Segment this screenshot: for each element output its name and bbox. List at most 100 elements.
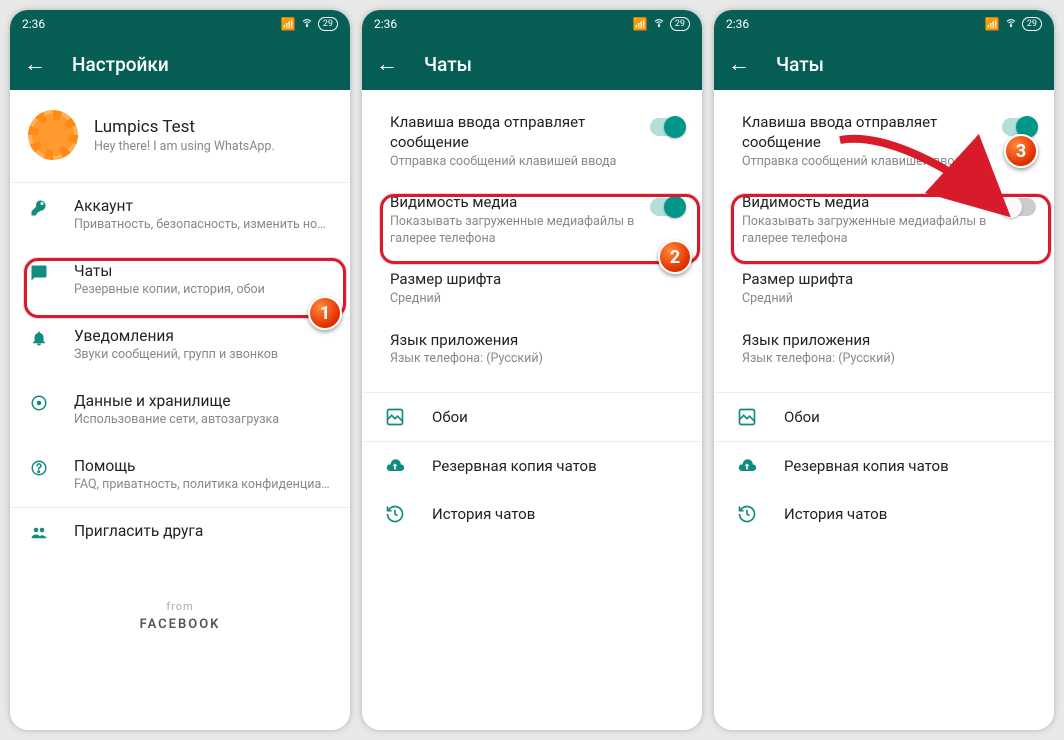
chat-setting-sub: Язык телефона: (Русский): [742, 351, 1036, 368]
settings-item-title: Пригласить друга: [74, 522, 332, 540]
chats-settings-content: Клавиша ввода отправляет сообщение Отпра…: [714, 90, 1054, 730]
chat-setting-sub: Средний: [390, 291, 684, 308]
signal-icon: 📶: [985, 17, 1000, 31]
wifi-icon: [300, 17, 314, 32]
chat-setting-backup[interactable]: Резервная копия чатов: [714, 442, 1054, 490]
settings-item-title: Аккаунт: [74, 197, 332, 215]
settings-item-title: Чаты: [74, 262, 332, 280]
toggle-media-visibility[interactable]: [1002, 198, 1036, 216]
battery-indicator: 29: [1022, 17, 1042, 31]
status-right: 📶 29: [281, 17, 338, 32]
app-bar: ← Чаты: [362, 38, 702, 90]
settings-item-notifications[interactable]: Уведомления Звуки сообщений, групп и зво…: [10, 313, 350, 378]
toggle-enter-send[interactable]: [1002, 118, 1036, 136]
settings-item-chats[interactable]: Чаты Резервные копии, история, обои: [10, 248, 350, 313]
bell-icon: [30, 329, 48, 351]
settings-item-title: Уведомления: [74, 327, 332, 345]
chat-setting-app-language[interactable]: Язык приложения Язык телефона: (Русский): [362, 320, 702, 380]
phone-screen-3: 2:36 📶 29 ← Чаты Клавиша ввода отправляе…: [714, 10, 1054, 730]
page-title: Настройки: [72, 53, 169, 76]
chat-setting-title: Размер шрифта: [742, 269, 1036, 289]
status-right: 📶 29: [633, 17, 690, 32]
wifi-icon: [1004, 17, 1018, 32]
settings-item-title: Данные и хранилище: [74, 392, 332, 410]
footer-from: from: [10, 600, 350, 613]
settings-item-sub: FAQ, приватность, политика конфиденциаль…: [74, 477, 332, 494]
settings-item-data[interactable]: Данные и хранилище Использование сети, а…: [10, 378, 350, 443]
phone-screen-1: 2:36 📶 29 ← Настройки Lumpics Test Hey t…: [10, 10, 350, 730]
chat-setting-sub: Отправка сообщений клавишей ввода: [742, 154, 988, 171]
profile-row[interactable]: Lumpics Test Hey there! I am using Whats…: [10, 90, 350, 182]
back-arrow-icon[interactable]: ←: [24, 51, 46, 77]
settings-item-account[interactable]: Аккаунт Приватность, безопасность, измен…: [10, 183, 350, 248]
status-bar: 2:36 📶 29: [362, 10, 702, 38]
wifi-icon: [652, 17, 666, 32]
chat-setting-title: Видимость медиа: [390, 192, 636, 212]
history-icon: [736, 504, 758, 524]
settings-item-sub: Использование сети, автозагрузка: [74, 412, 332, 429]
chat-setting-enter-send[interactable]: Клавиша ввода отправляет сообщение Отпра…: [362, 102, 702, 182]
chat-setting-label: Резервная копия чатов: [784, 457, 949, 475]
chat-setting-wallpaper[interactable]: Обои: [362, 393, 702, 441]
status-bar: 2:36 📶 29: [714, 10, 1054, 38]
data-icon: [30, 394, 48, 416]
app-bar: ← Настройки: [10, 38, 350, 90]
chat-setting-title: Видимость медиа: [742, 192, 988, 212]
phone-screen-2: 2:36 📶 29 ← Чаты Клавиша ввода отправляе…: [362, 10, 702, 730]
chat-setting-history[interactable]: История чатов: [714, 490, 1054, 538]
back-arrow-icon[interactable]: ←: [728, 51, 750, 77]
chat-setting-font-size[interactable]: Размер шрифта Средний: [714, 259, 1054, 319]
chat-setting-sub: Язык телефона: (Русский): [390, 351, 684, 368]
chat-setting-history[interactable]: История чатов: [362, 490, 702, 538]
settings-item-sub: Резервные копии, история, обои: [74, 282, 332, 299]
chat-setting-label: Резервная копия чатов: [432, 457, 597, 475]
settings-item-invite[interactable]: Пригласить друга: [10, 508, 350, 560]
chat-setting-title: Язык приложения: [390, 330, 684, 350]
chat-setting-enter-send[interactable]: Клавиша ввода отправляет сообщение Отпра…: [714, 102, 1054, 182]
chat-setting-sub: Показывать загруженные медиафайлы в гале…: [390, 214, 636, 248]
chat-setting-label: История чатов: [784, 505, 887, 523]
chat-setting-label: Обои: [784, 408, 820, 426]
chat-setting-media-visibility[interactable]: Видимость медиа Показывать загруженные м…: [714, 182, 1054, 259]
toggle-media-visibility[interactable]: [650, 198, 684, 216]
history-icon: [384, 504, 406, 524]
status-time: 2:36: [22, 17, 45, 31]
battery-indicator: 29: [670, 17, 690, 31]
key-icon: [30, 199, 48, 221]
chat-setting-media-visibility[interactable]: Видимость медиа Показывать загруженные м…: [362, 182, 702, 259]
chat-setting-wallpaper[interactable]: Обои: [714, 393, 1054, 441]
page-title: Чаты: [424, 53, 472, 76]
chat-setting-title: Клавиша ввода отправляет сообщение: [742, 112, 988, 153]
settings-content: Lumpics Test Hey there! I am using Whats…: [10, 90, 350, 730]
chat-setting-app-language[interactable]: Язык приложения Язык телефона: (Русский): [714, 320, 1054, 380]
settings-item-help[interactable]: Помощь FAQ, приватность, политика конфид…: [10, 443, 350, 508]
chats-settings-content: Клавиша ввода отправляет сообщение Отпра…: [362, 90, 702, 730]
chat-setting-sub: Показывать загруженные медиафайлы в гале…: [742, 214, 988, 248]
signal-icon: 📶: [281, 17, 296, 31]
chat-setting-backup[interactable]: Резервная копия чатов: [362, 442, 702, 490]
profile-name: Lumpics Test: [94, 117, 275, 137]
settings-item-title: Помощь: [74, 457, 332, 475]
chat-setting-sub: Отправка сообщений клавишей ввода: [390, 154, 636, 171]
settings-item-sub: Приватность, безопасность, изменить номе…: [74, 217, 332, 234]
chat-setting-title: Размер шрифта: [390, 269, 684, 289]
back-arrow-icon[interactable]: ←: [376, 51, 398, 77]
profile-status: Hey there! I am using WhatsApp.: [94, 139, 275, 154]
battery-indicator: 29: [318, 17, 338, 31]
chat-setting-title: Клавиша ввода отправляет сообщение: [390, 112, 636, 153]
status-time: 2:36: [374, 17, 397, 31]
chat-setting-label: История чатов: [432, 505, 535, 523]
people-icon: [29, 524, 49, 546]
chat-setting-label: Обои: [432, 408, 468, 426]
app-bar: ← Чаты: [714, 38, 1054, 90]
cloud-upload-icon: [384, 456, 406, 476]
wallpaper-icon: [736, 407, 758, 427]
wallpaper-icon: [384, 407, 406, 427]
help-icon: [30, 459, 48, 481]
settings-item-sub: Звуки сообщений, групп и звонков: [74, 347, 332, 364]
chat-setting-font-size[interactable]: Размер шрифта Средний: [362, 259, 702, 319]
chat-icon: [30, 264, 48, 286]
status-bar: 2:36 📶 29: [10, 10, 350, 38]
toggle-enter-send[interactable]: [650, 118, 684, 136]
signal-icon: 📶: [633, 17, 648, 31]
